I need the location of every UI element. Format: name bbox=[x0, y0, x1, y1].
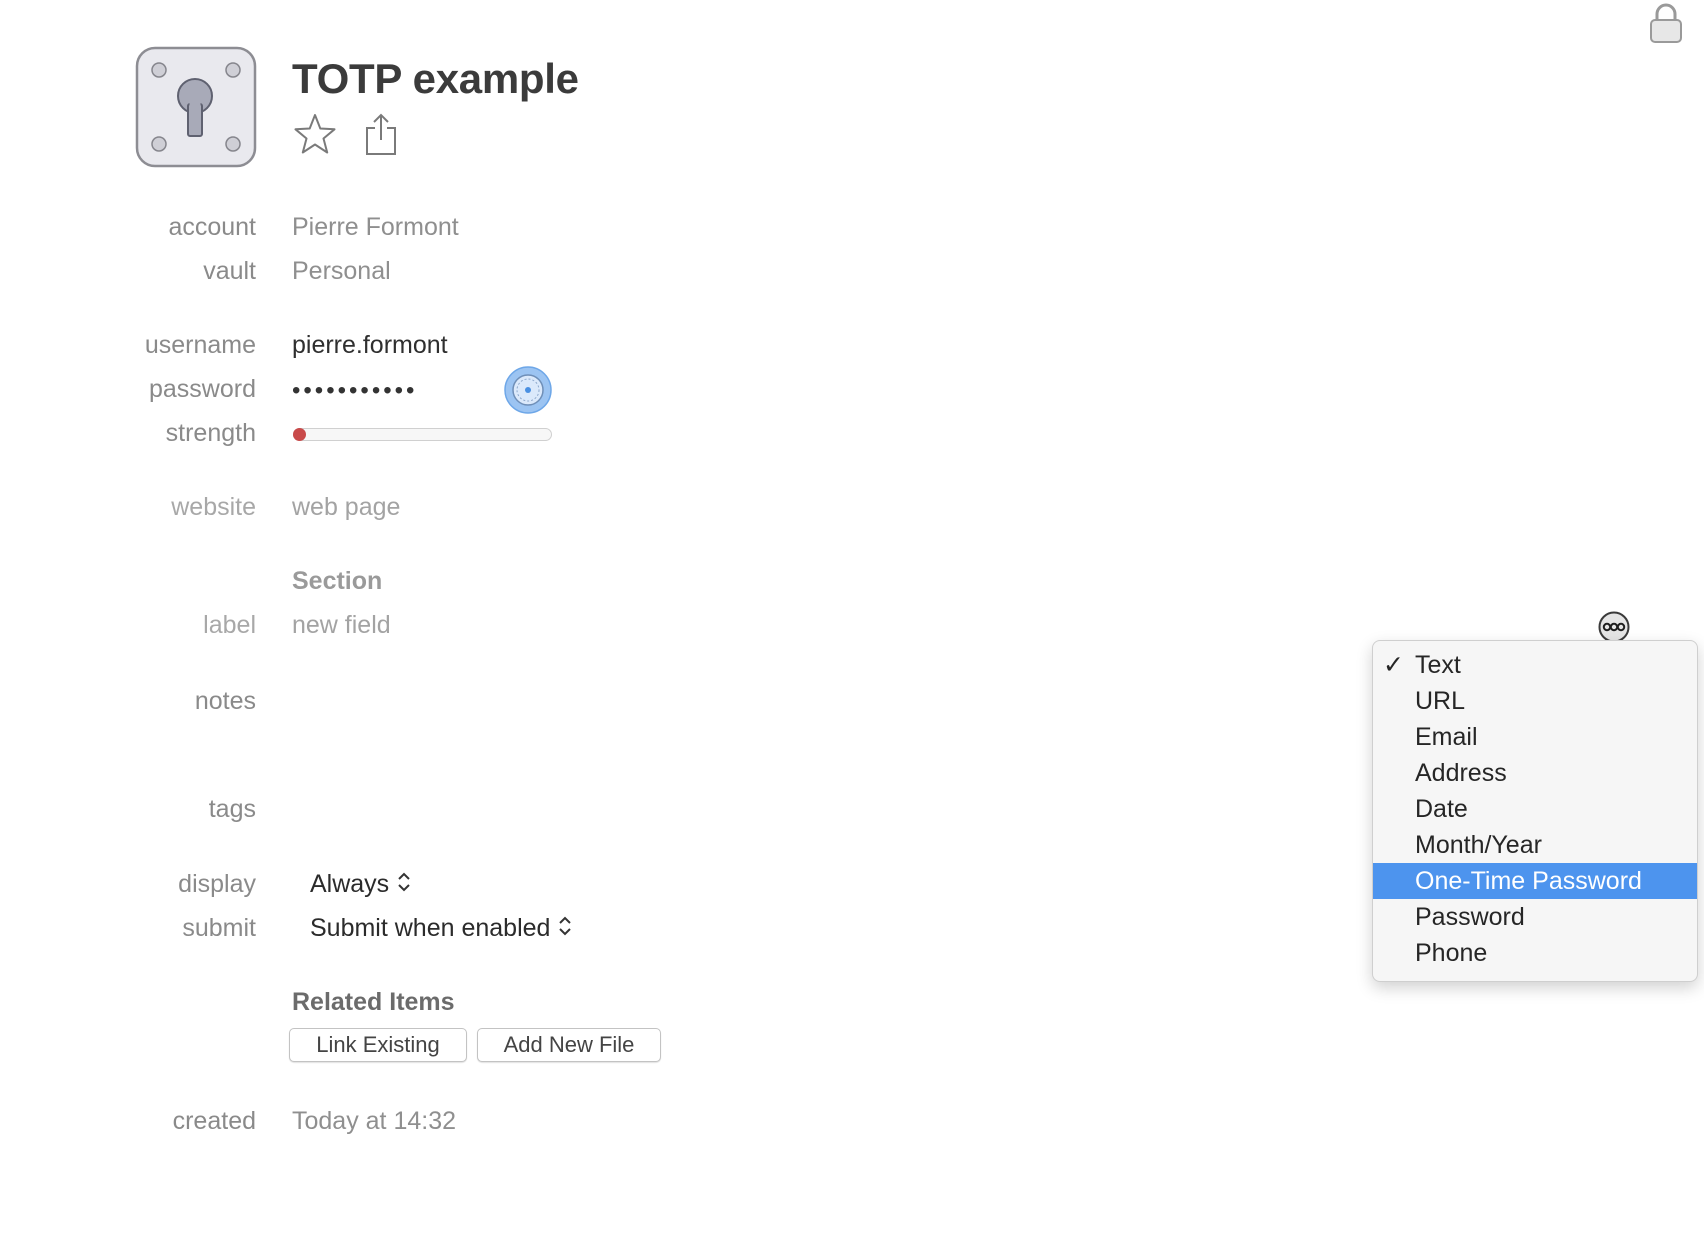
tags-label: tags bbox=[208, 795, 256, 823]
website-field[interactable]: web page bbox=[292, 493, 400, 522]
account-value[interactable]: Pierre Formont bbox=[292, 213, 459, 242]
star-icon[interactable] bbox=[293, 112, 337, 156]
menu-item-label: URL bbox=[1415, 687, 1466, 715]
display-value: Always bbox=[310, 870, 390, 898]
username-field[interactable]: pierre.formont bbox=[292, 331, 448, 360]
menu-item-email[interactable]: Email bbox=[1373, 719, 1697, 755]
menu-item-phone[interactable]: Phone bbox=[1373, 935, 1697, 971]
created-value: Today at 14:32 bbox=[292, 1107, 457, 1135]
submit-popup[interactable]: Submit when enabled bbox=[310, 914, 572, 944]
submit-value: Submit when enabled bbox=[310, 914, 551, 942]
notes-field[interactable] bbox=[292, 680, 892, 740]
custom-field-label[interactable]: label bbox=[76, 611, 256, 640]
submit-label: submit bbox=[182, 914, 256, 942]
password-label: password bbox=[149, 375, 256, 403]
menu-item-url[interactable]: URL bbox=[1373, 683, 1697, 719]
checkmark-icon: ✓ bbox=[1383, 651, 1404, 679]
menu-item-label: Text bbox=[1415, 651, 1461, 679]
field-type-menu[interactable]: ✓ Text URL Email Address Date Month/Year One-Ti… bbox=[1372, 640, 1698, 982]
section-title[interactable]: Section bbox=[292, 567, 382, 596]
username-label: username bbox=[144, 331, 256, 359]
account-label: account bbox=[168, 213, 256, 241]
share-icon[interactable] bbox=[362, 112, 400, 156]
menu-item-label: Month/Year bbox=[1415, 831, 1542, 859]
menu-item-label: One-Time Password bbox=[1415, 867, 1642, 895]
menu-item-month-year[interactable]: Month/Year bbox=[1373, 827, 1697, 863]
field-options-icon[interactable] bbox=[1598, 611, 1630, 643]
created-label: created bbox=[172, 1107, 256, 1135]
menu-item-label: Date bbox=[1415, 795, 1468, 823]
menu-item-text[interactable]: ✓ Text bbox=[1373, 647, 1697, 683]
strength-meter bbox=[293, 428, 552, 441]
menu-item-label: Email bbox=[1415, 723, 1478, 751]
password-generator-icon[interactable] bbox=[504, 366, 552, 414]
menu-item-label: Phone bbox=[1415, 939, 1488, 967]
strength-label: strength bbox=[165, 419, 256, 447]
vault-value[interactable]: Personal bbox=[292, 257, 391, 286]
password-field[interactable]: ••••••••••• bbox=[292, 377, 417, 405]
popup-chevron-icon bbox=[397, 871, 411, 900]
display-label: display bbox=[178, 870, 256, 898]
custom-field-value[interactable]: new field bbox=[292, 611, 391, 640]
menu-item-label: Address bbox=[1415, 759, 1507, 787]
link-existing-button[interactable]: Link Existing bbox=[289, 1028, 467, 1062]
related-items-title: Related Items bbox=[292, 988, 455, 1016]
lock-icon[interactable] bbox=[1648, 2, 1684, 44]
notes-label: notes bbox=[194, 687, 256, 715]
add-new-file-button[interactable]: Add New File bbox=[477, 1028, 661, 1062]
page-title: TOTP example bbox=[292, 55, 579, 102]
menu-item-address[interactable]: Address bbox=[1373, 755, 1697, 791]
vault-item-icon bbox=[135, 46, 257, 168]
website-label: website bbox=[171, 493, 256, 521]
vault-label: vault bbox=[203, 257, 256, 285]
menu-item-label: Password bbox=[1415, 903, 1525, 931]
popup-chevron-icon bbox=[558, 915, 572, 944]
display-popup[interactable]: Always bbox=[310, 870, 411, 900]
menu-item-date[interactable]: Date bbox=[1373, 791, 1697, 827]
strength-meter-fill bbox=[293, 428, 306, 441]
menu-item-one-time-password[interactable]: One-Time Password bbox=[1373, 863, 1697, 899]
tags-field[interactable] bbox=[292, 788, 892, 828]
menu-item-password[interactable]: Password bbox=[1373, 899, 1697, 935]
